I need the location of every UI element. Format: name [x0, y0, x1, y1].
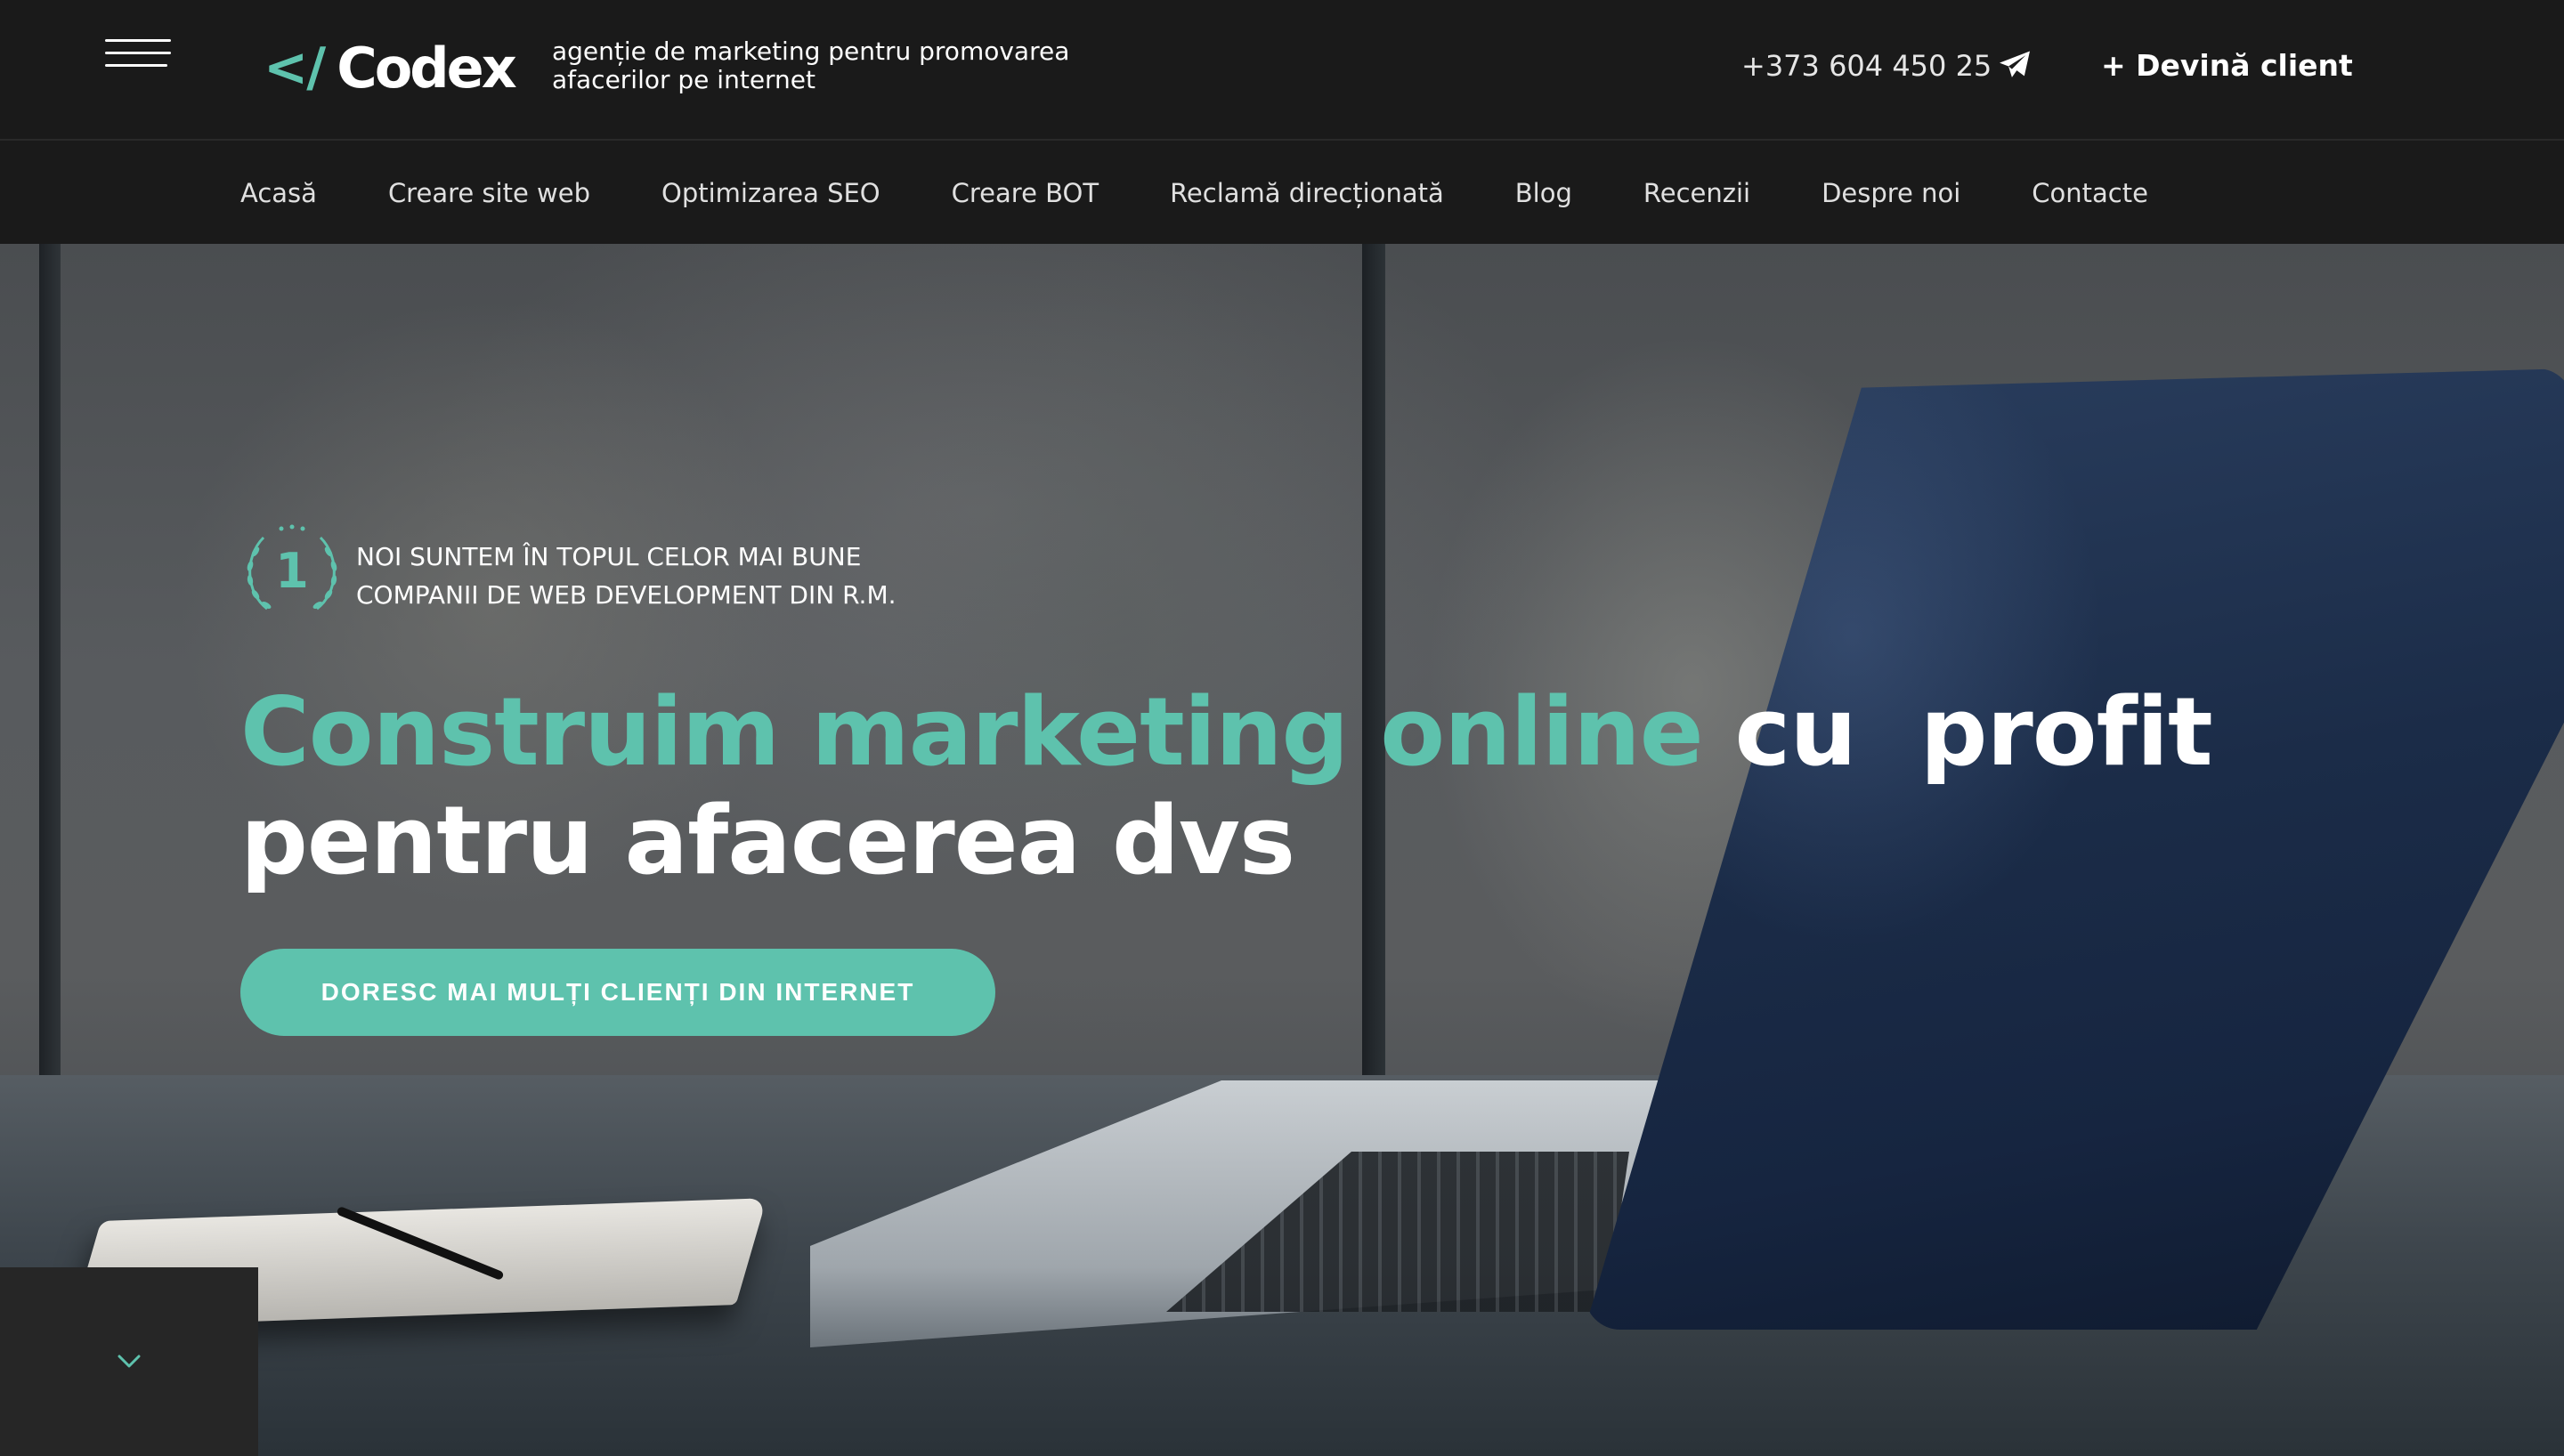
award-number: 1 — [275, 543, 309, 599]
award-text-line-2: COMPANII DE WEB DEVELOPMENT DIN R.M. — [356, 580, 897, 610]
chevron-down-icon — [118, 1355, 141, 1368]
more-clients-button[interactable]: DORESC MAI MULȚI CLIENȚI DIN INTERNET — [240, 949, 995, 1036]
hero-headline: Construim marketing online cu profit pen… — [240, 678, 2288, 895]
phone-link[interactable]: +373 604 450 25 — [1741, 49, 1992, 83]
nav-item-blog[interactable]: Blog — [1515, 178, 1572, 208]
hero-section: 1 NOI SUNTEM ÎN TOPUL CELOR MAI BUNE COM… — [0, 244, 2564, 1456]
award-laurel-icon: 1 — [247, 524, 337, 611]
menu-icon[interactable] — [105, 39, 171, 75]
nav-item-website[interactable]: Creare site web — [388, 178, 590, 208]
headline-line-2: pentru afacerea dvs — [240, 786, 1295, 895]
nav-item-ads[interactable]: Reclamă direcționată — [1170, 178, 1444, 208]
nav-item-reviews[interactable]: Recenzii — [1643, 178, 1750, 208]
main-nav: Acasă Creare site web Optimizarea SEO Cr… — [0, 142, 2564, 244]
telegram-icon[interactable] — [1998, 50, 2032, 80]
headline-rest: cu profit — [1702, 677, 2213, 787]
headline-accent: Construim marketing online — [240, 677, 1704, 787]
logo-mark: </ — [264, 36, 326, 99]
award-text: NOI SUNTEM ÎN TOPUL CELOR MAI BUNE COMPA… — [356, 538, 1157, 614]
logo-text: Codex — [337, 35, 517, 101]
scroll-down-button[interactable] — [0, 1267, 258, 1456]
nav-item-contacts[interactable]: Contacte — [2032, 178, 2148, 208]
nav-item-bot[interactable]: Creare BOT — [952, 178, 1099, 208]
nav-item-about[interactable]: Despre noi — [1822, 178, 1960, 208]
logo[interactable]: </ Codex — [264, 32, 517, 103]
become-client-button[interactable]: + Devină client — [2101, 48, 2353, 83]
award-text-line-1: NOI SUNTEM ÎN TOPUL CELOR MAI BUNE — [356, 542, 862, 571]
tagline: agenție de marketing pentru promovarea a… — [552, 36, 1070, 94]
nav-item-home[interactable]: Acasă — [240, 178, 317, 208]
nav-item-seo[interactable]: Optimizarea SEO — [661, 178, 880, 208]
top-header: </ Codex agenție de marketing pentru pro… — [0, 0, 2564, 141]
